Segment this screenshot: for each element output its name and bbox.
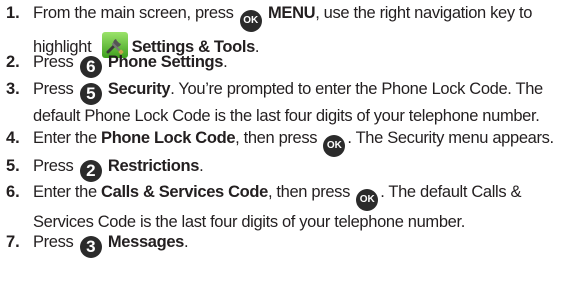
step-text: Press 5 Security. You’re prompted to ent… <box>33 78 581 127</box>
step-text: Press 2 Restrictions. <box>33 155 581 182</box>
step-1-text-a: From the main screen, press <box>33 4 238 22</box>
security-label: Security <box>107 80 171 98</box>
step-1-text-b: , use the right navigation key to <box>315 4 533 22</box>
step-number: 3. <box>6 80 20 98</box>
instruction-steps: 1. From the main screen, press OK MENU, … <box>0 0 583 289</box>
step-2: 2. Press 6 Phone Settings. <box>6 51 581 78</box>
step-5-text-b: . <box>199 157 204 175</box>
step-2-text-a: Press <box>33 53 78 71</box>
step-7-text-a: Press <box>33 233 78 251</box>
step-6-text-c: . The default Calls & <box>380 183 522 201</box>
ok-key-icon: OK <box>239 10 262 32</box>
step-4-text-b: , then press <box>235 129 322 147</box>
step-6-text-d: Services Code is the last four digits of… <box>33 213 465 231</box>
step-5-text-a: Press <box>33 157 78 175</box>
phone-settings-label: Phone Settings <box>107 53 224 71</box>
phone-lock-code-label: Phone Lock Code <box>101 129 236 147</box>
step-4-text-a: Enter the <box>33 129 102 147</box>
step-7: 7. Press 3 Messages. <box>6 231 581 258</box>
step-5: 5. Press 2 Restrictions. <box>6 155 581 182</box>
step-text: Enter the Phone Lock Code, then press OK… <box>33 127 581 157</box>
step-6: 6. Enter the Calls & Services Code, then… <box>6 181 581 233</box>
step-3: 3. Press 5 Security. You’re prompted to … <box>6 78 581 127</box>
step-7-text-b: . <box>184 233 189 251</box>
key-3-icon: 3 <box>79 236 102 258</box>
ok-key-icon: OK <box>323 135 346 157</box>
step-4: 4. Enter the Phone Lock Code, then press… <box>6 127 581 157</box>
step-3-text-a: Press <box>33 80 78 98</box>
step-text: From the main screen, press OK MENU, use… <box>33 2 581 58</box>
step-4-text-c: . The Security menu appears. <box>347 129 554 147</box>
step-text: Enter the Calls & Services Code, then pr… <box>33 181 581 233</box>
step-3-text-c: default Phone Lock Code is the last four… <box>33 107 540 125</box>
step-1: 1. From the main screen, press OK MENU, … <box>6 2 581 58</box>
key-5-icon: 5 <box>79 83 102 105</box>
calls-services-code-label: Calls & Services Code <box>101 183 268 201</box>
restrictions-label: Restrictions <box>107 157 200 175</box>
menu-label: MENU <box>268 4 316 22</box>
messages-label: Messages <box>107 233 184 251</box>
step-6-text-a: Enter the <box>33 183 102 201</box>
key-6-icon: 6 <box>79 56 102 78</box>
step-6-text-b: , then press <box>267 183 355 201</box>
step-number: 6. <box>6 183 20 201</box>
step-number: 1. <box>6 4 20 22</box>
ok-key-icon: OK <box>356 189 379 211</box>
step-number: 7. <box>6 233 20 251</box>
step-number: 5. <box>6 157 20 175</box>
step-3-text-b: . You’re prompted to enter the Phone Loc… <box>170 80 543 98</box>
step-2-text-b: . <box>223 53 228 71</box>
step-text: Press 3 Messages. <box>33 231 581 258</box>
step-text: Press 6 Phone Settings. <box>33 51 581 78</box>
key-2-icon: 2 <box>79 160 102 182</box>
step-number: 2. <box>6 53 20 71</box>
step-number: 4. <box>6 129 20 147</box>
